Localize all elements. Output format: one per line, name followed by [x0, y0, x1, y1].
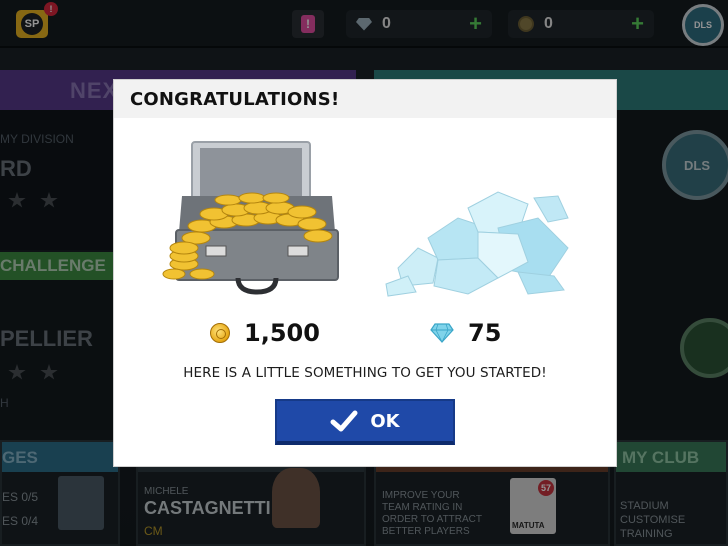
- gems-reward-value: 75: [468, 319, 502, 347]
- coins-reward: 1,500: [210, 317, 320, 349]
- briefcase-of-coins-icon: [162, 141, 339, 295]
- check-icon: [330, 410, 358, 432]
- gem-icon: [430, 323, 454, 343]
- gems-reward: 75: [430, 317, 501, 349]
- coin-icon: [210, 323, 230, 343]
- ok-button[interactable]: OK: [275, 399, 455, 445]
- ok-label: OK: [370, 410, 400, 432]
- coins-reward-value: 1,500: [244, 319, 320, 347]
- reward-dialog: CONGRATULATIONS! 1,500 75 HERE IS A LITT…: [114, 80, 616, 466]
- dialog-title: CONGRATULATIONS!: [130, 89, 340, 110]
- reward-message: HERE IS A LITTLE SOMETHING TO GET YOU ST…: [183, 365, 547, 381]
- diamond-pile-icon: [385, 191, 569, 297]
- dialog-header: CONGRATULATIONS!: [114, 80, 616, 118]
